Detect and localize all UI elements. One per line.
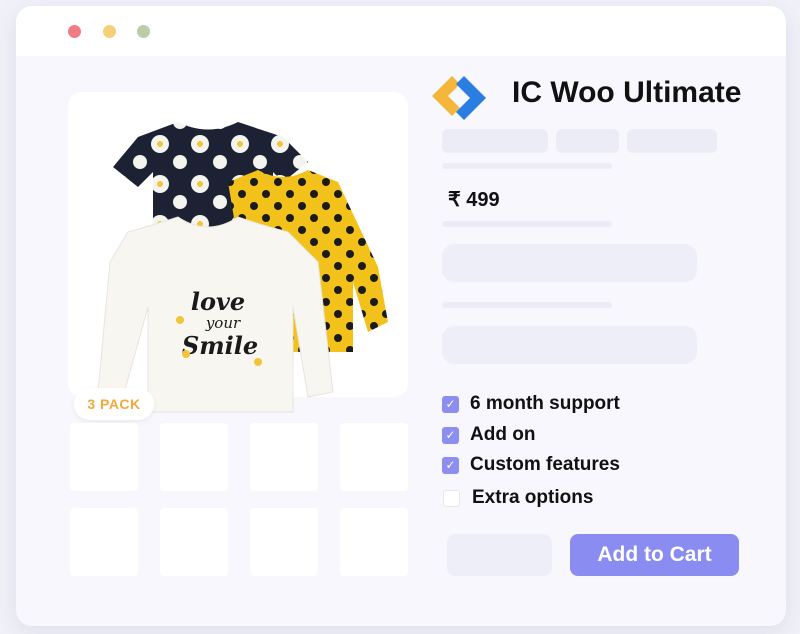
placeholder-line [442,221,612,227]
product-image[interactable]: love your Smile [68,92,408,413]
option-label: Custom features [470,454,620,475]
shirt-print-line-1: love [191,287,245,316]
thumbnail[interactable] [70,423,138,491]
shirts-illustration: love your Smile [97,122,388,413]
white-shirt: love your Smile [97,216,334,413]
shirt-print-line-3: Smile [182,331,258,360]
thumbnail[interactable] [250,423,318,491]
thumbnail[interactable] [70,508,138,576]
checkbox-unchecked[interactable] [443,489,460,507]
thumbnail[interactable] [340,508,408,576]
app-window: love your Smile 3 PACK IC Woo Ultimate ₹… [16,6,786,626]
placeholder-field [442,244,697,282]
option-extra-options[interactable]: Extra options [442,486,593,510]
close-window-dot[interactable] [68,25,81,38]
quantity-field[interactable] [447,534,552,576]
thumbnail[interactable] [340,423,408,491]
checkbox-checked[interactable]: ✓ [442,395,459,413]
checkbox-checked[interactable]: ✓ [442,426,459,444]
thumbnail[interactable] [250,508,318,576]
thumbnail[interactable] [160,423,228,491]
shirt-print-line-2: your [205,314,241,332]
option-custom-features[interactable]: ✓ Custom features [442,453,620,477]
checkbox-checked[interactable]: ✓ [442,456,459,474]
brand-logo-icon [432,76,486,120]
pack-badge: 3 PACK [74,388,154,420]
maximize-window-dot[interactable] [137,25,150,38]
placeholder-tag [442,129,548,153]
option-label: 6 month support [470,393,620,414]
option-add-on[interactable]: ✓ Add on [442,423,535,447]
price: ₹ 499 [448,189,500,211]
placeholder-line [442,302,612,308]
option-6-month-support[interactable]: ✓ 6 month support [442,392,620,416]
window-titlebar [16,6,786,56]
option-label: Extra options [472,487,594,508]
placeholder-tag [556,129,619,153]
option-label: Add on [470,424,536,445]
thumbnail[interactable] [160,508,228,576]
placeholder-line [442,163,612,169]
minimize-window-dot[interactable] [103,25,116,38]
product-title: IC Woo Ultimate [512,76,742,109]
placeholder-field [442,326,697,364]
placeholder-tag [627,129,717,153]
add-to-cart-button[interactable]: Add to Cart [570,534,739,576]
